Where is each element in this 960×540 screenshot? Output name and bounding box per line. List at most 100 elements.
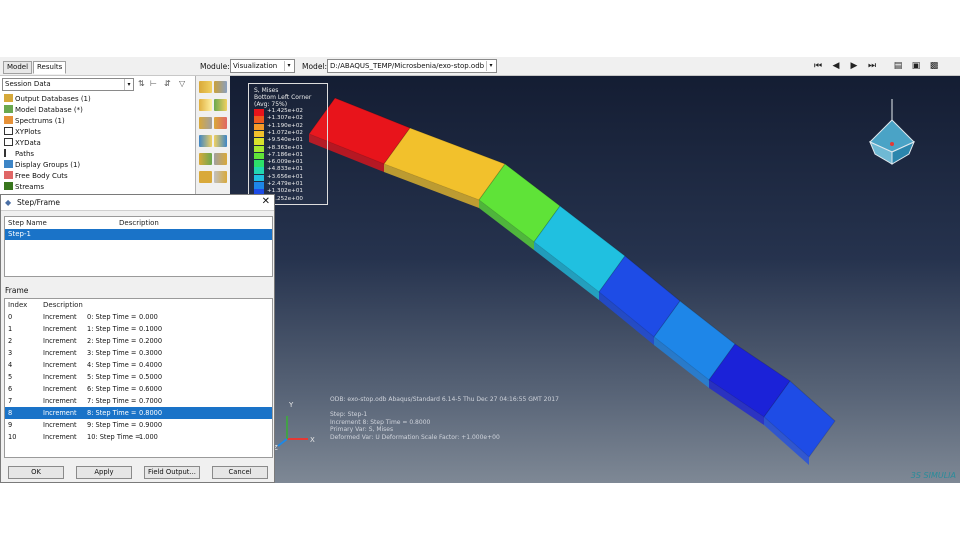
contour-legend[interactable]: S, Mises Bottom Left Corner (Avg: 75%) +… — [248, 83, 328, 205]
top-toolbar: Model Results Module: Visualization ▾ Mo… — [0, 57, 960, 76]
plot-deformed-icon[interactable] — [214, 81, 227, 93]
frame-index: 6 — [8, 385, 13, 393]
frame-step-time: 0.000 — [139, 313, 158, 321]
frame-type: Increment — [43, 421, 77, 429]
step-row[interactable]: Step-1 — [5, 229, 272, 240]
expand-icon[interactable]: ⇅ — [138, 79, 145, 88]
apply-button[interactable]: Apply — [76, 466, 132, 479]
tree-item-xyplots[interactable]: XYPlots — [4, 127, 41, 138]
frame-description: 10: Step Time = — [87, 433, 141, 441]
frame-row[interactable]: 5 Increment 5: Step Time = 0.5000 — [5, 371, 272, 383]
close-icon[interactable]: ✕ — [262, 196, 270, 207]
tree-item-spectrums[interactable]: Spectrums (1) — [4, 116, 65, 127]
plot-symbols-icon[interactable] — [214, 99, 227, 111]
legend-color-swatch — [254, 116, 264, 123]
odb-info-line: Primary Var: S, Mises — [330, 426, 394, 433]
frame-row[interactable]: 6 Increment 6: Step Time = 0.6000 — [5, 383, 272, 395]
record-icon[interactable]: ▩ — [928, 60, 940, 72]
session-value: Session Data — [5, 80, 51, 88]
legend-value: +1.425e+02 — [267, 108, 303, 114]
legend-value: +1.072e+02 — [267, 129, 303, 136]
frame-type: Increment — [43, 313, 77, 321]
x-axis-label: X — [310, 436, 315, 444]
visualization-toolbox — [196, 76, 230, 196]
frame-row[interactable]: 2 Increment 2: Step Time = 0.2000 — [5, 335, 272, 347]
tree-item-model-database[interactable]: Model Database (*) — [4, 105, 83, 116]
animate-icon[interactable]: ▤ — [892, 60, 904, 72]
frame-row[interactable]: 1 Increment 1: Step Time = 0.1000 — [5, 323, 272, 335]
frame-step-time: 0.9000 — [139, 421, 163, 429]
plot-material-orientation-icon[interactable] — [199, 117, 212, 129]
frame-step-time: 1.000 — [139, 433, 158, 441]
frame-list[interactable]: Index Description 0 Increment 0: Step Time… — [4, 298, 273, 458]
last-frame-icon[interactable]: ⏭ — [866, 60, 878, 72]
frame-description: 5: Step Time = — [87, 373, 137, 381]
path-icon — [4, 149, 13, 157]
frame-type: Increment — [43, 373, 77, 381]
tab-model[interactable]: Model — [3, 61, 33, 74]
allow-multiple-plots-icon[interactable] — [214, 117, 227, 129]
query-icon[interactable] — [199, 171, 212, 183]
frame-row[interactable]: 3 Increment 3: Step Time = 0.3000 — [5, 347, 272, 359]
frame-description: 3: Step Time = — [87, 349, 137, 357]
model-select[interactable]: D:/ABAQUS_TEMP/Microsbenia/exo-stop.odb … — [327, 59, 497, 73]
frame-row[interactable]: 0 Increment 0: Step Time = 0.000 — [5, 311, 272, 323]
tree-item-display-groups[interactable]: Display Groups (1) — [4, 160, 80, 171]
animate-time-history-icon[interactable] — [214, 135, 227, 147]
plot-undeformed-icon[interactable] — [199, 81, 212, 93]
legend-color-swatch — [254, 109, 264, 116]
model-viewport[interactable]: Y X Z S, Mises Bottom Left Corner (Avg: … — [230, 76, 960, 483]
tab-results[interactable]: Results — [33, 61, 67, 74]
stream-icon — [4, 182, 13, 190]
z-axis-line — [277, 438, 288, 447]
tree-item-streams[interactable]: Streams — [4, 182, 44, 193]
legend-color-swatch — [254, 130, 264, 138]
odb-info-line: Deformed Var: U Deformation Scale Factor… — [330, 433, 500, 441]
frame-row[interactable]: 8 Increment 8: Step Time = 0.8000 — [5, 407, 272, 419]
frame-step-time: 0.7000 — [139, 397, 163, 405]
frame-row[interactable]: 10 Increment 10: Step Time = 1.000 — [5, 431, 272, 443]
frame-description: 2: Step Time = — [87, 337, 137, 345]
next-frame-icon[interactable]: ▶ — [848, 60, 860, 72]
tree-item-free-body-cuts[interactable]: Free Body Cuts — [4, 171, 68, 182]
common-options-icon[interactable] — [214, 171, 227, 183]
frame-row[interactable]: 7 Increment 7: Step Time = 0.7000 — [5, 395, 272, 407]
legend-color-swatch — [254, 152, 264, 160]
module-label: Module: — [200, 62, 230, 71]
first-frame-icon[interactable]: ⏮ — [812, 60, 824, 72]
legend-color-swatch — [254, 167, 264, 174]
filter-icon[interactable]: ⊢ — [150, 79, 157, 88]
tree-item-output-databases[interactable]: Output Databases (1) — [4, 94, 91, 105]
dialog-title-bar[interactable]: ◆ Step/Frame ✕ — [1, 195, 274, 211]
previous-frame-icon[interactable]: ◀ — [830, 60, 842, 72]
create-xy-data-icon[interactable] — [214, 153, 227, 165]
frame-row[interactable]: 4 Increment 4: Step Time = 0.4000 — [5, 359, 272, 371]
plot-contours-icon[interactable] — [199, 99, 212, 111]
funnel-icon[interactable]: ▽ — [179, 79, 185, 88]
step-list[interactable]: Step Name Description Step-1 — [4, 216, 273, 277]
animate-scale-icon[interactable] — [199, 135, 212, 147]
session-data-select[interactable]: Session Data ▾ — [2, 78, 134, 91]
frame-row[interactable]: 9 Increment 9: Step Time = 0.9000 — [5, 419, 272, 431]
frame-type: Increment — [43, 349, 77, 357]
sort-icon[interactable]: ⇵ — [164, 79, 171, 88]
legend-value: +3.656e+01 — [267, 173, 303, 180]
odb-info-line: ODB: exo-stop.odb Abaqus/Standard 6.14-5… — [330, 396, 559, 403]
chevron-down-icon: ▾ — [284, 61, 293, 71]
tree-item-paths[interactable]: Paths — [4, 149, 34, 160]
ok-button[interactable]: OK — [8, 466, 64, 479]
odb-info-line: Increment 8: Step Time = 0.8000 — [330, 418, 431, 426]
view-compass-icon[interactable] — [869, 99, 915, 165]
frame-type: Increment — [43, 409, 77, 417]
module-select[interactable]: Visualization ▾ — [230, 59, 295, 73]
field-output-button[interactable]: Field Output... — [144, 466, 200, 479]
xy-data-manager-icon[interactable] — [199, 153, 212, 165]
frame-type: Increment — [43, 433, 77, 441]
camera-icon[interactable]: ▣ — [910, 60, 922, 72]
spectrum-icon — [4, 116, 13, 124]
tree-item-xydata[interactable]: XYData — [4, 138, 41, 149]
step-name: Step-1 — [8, 230, 31, 238]
cancel-button[interactable]: Cancel — [212, 466, 268, 479]
frame-index: 5 — [8, 373, 13, 381]
y-axis-label: Y — [289, 401, 294, 409]
